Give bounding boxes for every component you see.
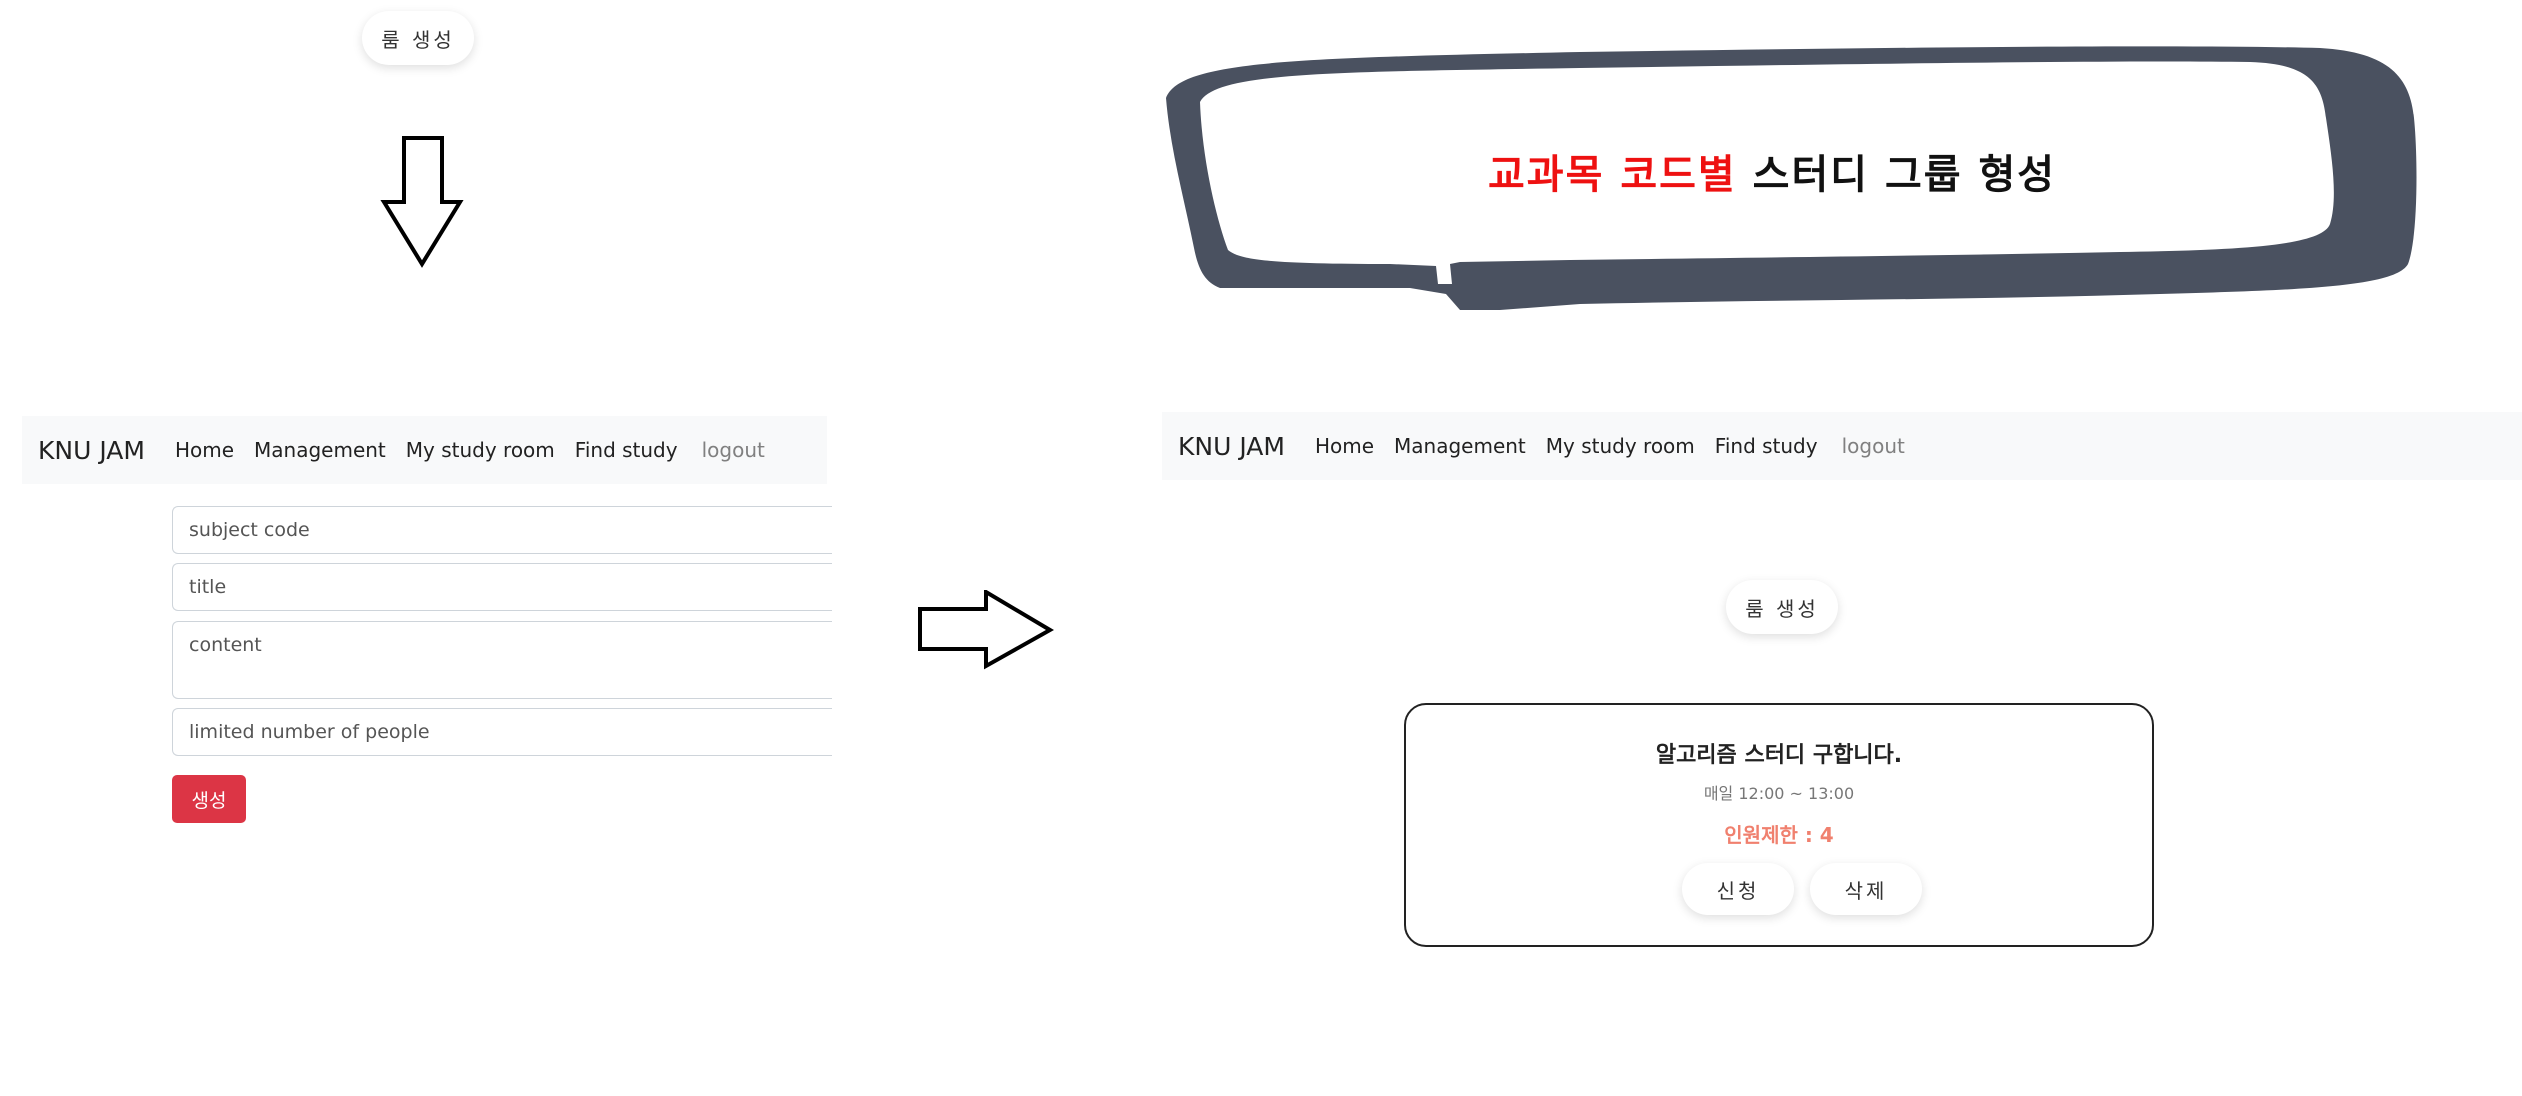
nav-home[interactable]: Home bbox=[175, 438, 234, 462]
brand-logo[interactable]: KNU JAM bbox=[1178, 432, 1285, 461]
study-card-time: 매일 12:00 ~ 13:00 bbox=[1703, 784, 1855, 803]
nav-my-study-room[interactable]: My study room bbox=[406, 438, 555, 462]
callout-rest: 스터디 그룹 형성 bbox=[1736, 152, 2057, 198]
navbar-right: KNU JAM Home Management My study room Fi… bbox=[1162, 412, 2522, 480]
arrow-right-icon bbox=[918, 590, 1054, 670]
navbar-left: KNU JAM Home Management My study room Fi… bbox=[22, 416, 827, 484]
delete-button[interactable]: 삭제 bbox=[1810, 863, 1922, 915]
nav-logout[interactable]: logout bbox=[702, 438, 765, 462]
title-placeholder: title bbox=[189, 576, 227, 598]
limit-people-input[interactable]: limited number of people bbox=[172, 708, 832, 756]
brand-logo[interactable]: KNU JAM bbox=[38, 436, 145, 465]
create-room-button[interactable]: 룸 생성 bbox=[1726, 580, 1838, 634]
arrow-down-icon bbox=[380, 136, 464, 268]
nav-logout[interactable]: logout bbox=[1842, 434, 1905, 458]
callout-highlight: 교과목 코드별 bbox=[1488, 152, 1737, 198]
apply-button[interactable]: 신청 bbox=[1682, 863, 1794, 915]
callout-text: 교과목 코드별 스터디 그룹 형성 bbox=[1488, 142, 2056, 200]
subject-code-input[interactable]: subject code bbox=[172, 506, 832, 554]
create-submit-button[interactable]: 생성 bbox=[172, 775, 246, 823]
limit-people-placeholder: limited number of people bbox=[189, 721, 430, 743]
nav-find-study[interactable]: Find study bbox=[1715, 434, 1818, 458]
subject-code-placeholder: subject code bbox=[189, 519, 310, 541]
content-placeholder: content bbox=[189, 634, 262, 656]
create-room-button-top[interactable]: 룸 생성 bbox=[362, 11, 474, 65]
study-card-limit: 인원제한 : 4 bbox=[1724, 823, 1834, 847]
content-textarea[interactable]: content bbox=[172, 621, 832, 699]
nav-home[interactable]: Home bbox=[1315, 434, 1374, 458]
nav-management[interactable]: Management bbox=[1394, 434, 1526, 458]
study-card-title: 알고리즘 스터디 구합니다. bbox=[1655, 743, 1903, 768]
nav-find-study[interactable]: Find study bbox=[575, 438, 678, 462]
study-card: 알고리즘 스터디 구합니다. 매일 12:00 ~ 13:00 인원제한 : 4… bbox=[1404, 703, 2154, 947]
nav-my-study-room[interactable]: My study room bbox=[1546, 434, 1695, 458]
nav-management[interactable]: Management bbox=[254, 438, 386, 462]
title-input[interactable]: title bbox=[172, 563, 832, 611]
